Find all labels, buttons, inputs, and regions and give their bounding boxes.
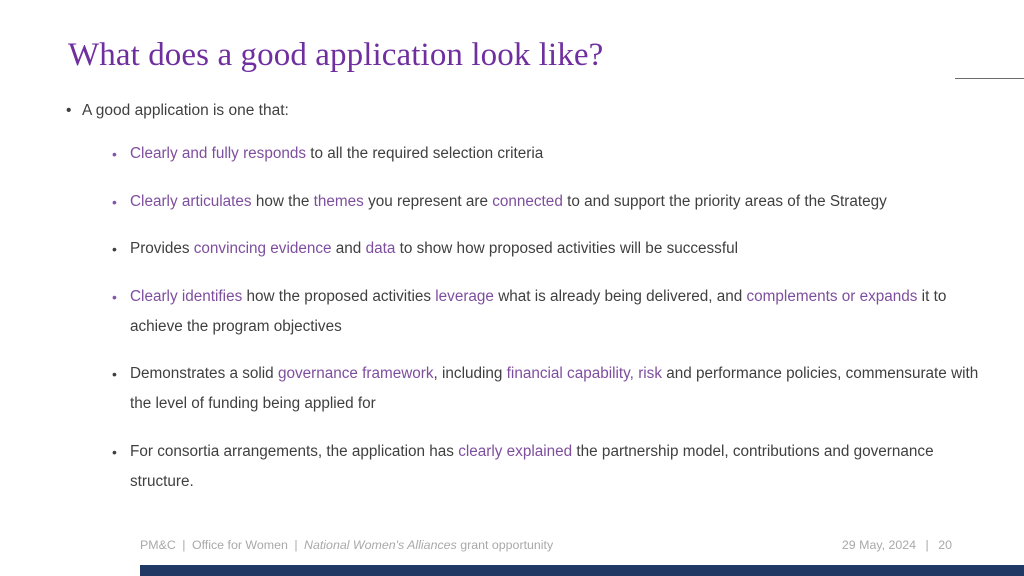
- intro-bullet-text: A good application is one that:: [82, 102, 289, 119]
- highlighted-phrase: connected: [492, 192, 563, 210]
- sub-bullet-item: • For consortia arrangements, the applica…: [112, 437, 982, 497]
- highlighted-phrase: Clearly and fully responds: [130, 145, 307, 162]
- bottom-accent-bar: [140, 565, 1024, 576]
- bullet-marker-icon: •: [112, 146, 117, 162]
- footer-program-name: National Women's Alliances: [304, 538, 457, 552]
- footer-left: PM&C | Office for Women | National Women…: [140, 537, 553, 554]
- bullet-marker-icon: •: [112, 443, 117, 460]
- plain-phrase: , including: [433, 365, 507, 382]
- footer-program-tail: grant opportunity: [456, 538, 554, 552]
- sub-bullet-item: • Provides convincing evidence and data t…: [112, 234, 982, 264]
- highlighted-phrase: data: [365, 240, 396, 257]
- highlighted-phrase: Clearly articulates: [130, 192, 252, 210]
- highlighted-phrase: risk: [638, 365, 662, 382]
- sub-bullet-text: Clearly and fully responds to all the re…: [130, 145, 543, 162]
- plain-phrase: to and support the priority areas of the…: [562, 192, 887, 210]
- plain-phrase: how the proposed activities: [242, 287, 436, 305]
- sub-bullet-list: • Clearly and fully responds to all the r…: [62, 139, 982, 497]
- sub-bullet-text: Demonstrates a solid governance framewor…: [130, 365, 978, 412]
- plain-phrase: how the: [251, 192, 314, 210]
- highlighted-phrase: Clearly identifies: [130, 287, 243, 305]
- bullet-marker-icon: •: [112, 241, 117, 257]
- footer-organisation: PM&C: [140, 538, 176, 552]
- footer-separator-3: |: [925, 538, 929, 552]
- plain-phrase: and: [331, 240, 366, 257]
- sub-bullet-text: For consortia arrangements, the applicat…: [130, 443, 934, 490]
- sub-bullet-item: • Clearly and fully responds to all the r…: [112, 139, 982, 169]
- intro-bullet: • A good application is one that:: [62, 100, 982, 122]
- top-right-rule-decoration: [955, 78, 1024, 79]
- highlighted-phrase: themes: [313, 192, 364, 210]
- bullet-marker-icon: •: [112, 366, 117, 382]
- plain-phrase: For consortia arrangements, the applicat…: [130, 442, 459, 460]
- highlighted-phrase: clearly explained: [458, 442, 573, 460]
- plain-phrase: to show how proposed activities will be …: [395, 240, 738, 257]
- sub-bullet-item: • Clearly identifies how the proposed act…: [112, 282, 982, 342]
- plain-phrase: Demonstrates a solid: [130, 365, 278, 382]
- slide-title: What does a good application look like?: [68, 37, 604, 73]
- highlighted-phrase: convincing evidence: [193, 240, 332, 257]
- sub-bullet-text: Clearly identifies how the proposed acti…: [130, 288, 946, 335]
- bullet-marker-icon: •: [112, 288, 117, 305]
- sub-bullet-text: Provides convincing evidence and data to…: [130, 240, 738, 257]
- footer-separator-2: |: [294, 538, 298, 552]
- bullet-marker-icon: •: [112, 193, 117, 210]
- slide-body: • A good application is one that: • Clear…: [62, 100, 982, 497]
- slide: What does a good application look like? …: [0, 0, 1024, 576]
- sub-bullet-item: • Demonstrates a solid governance framewo…: [112, 359, 982, 419]
- footer-page-number: 20: [938, 538, 952, 552]
- bullet-marker-icon: •: [66, 102, 72, 119]
- footer-date: 29 May, 2024: [841, 538, 917, 552]
- sub-bullet-item: • Clearly articulates how the themes you …: [112, 187, 982, 217]
- highlighted-phrase: leverage: [435, 287, 494, 305]
- footer-right: 29 May, 2024 | 20: [842, 537, 952, 554]
- highlighted-phrase: governance framework: [277, 365, 434, 382]
- highlighted-phrase: financial capability,: [506, 365, 634, 382]
- sub-bullet-text: Clearly articulates how the themes you r…: [130, 193, 887, 210]
- highlighted-phrase: complements or expands: [746, 287, 918, 305]
- plain-phrase: to all the required selection criteria: [306, 145, 544, 162]
- plain-phrase: what is already being delivered, and: [493, 287, 747, 305]
- footer-division: Office for Women: [191, 538, 288, 552]
- footer-separator-1: |: [182, 538, 186, 552]
- plain-phrase: you represent are: [363, 192, 493, 210]
- plain-phrase: Provides: [130, 240, 194, 257]
